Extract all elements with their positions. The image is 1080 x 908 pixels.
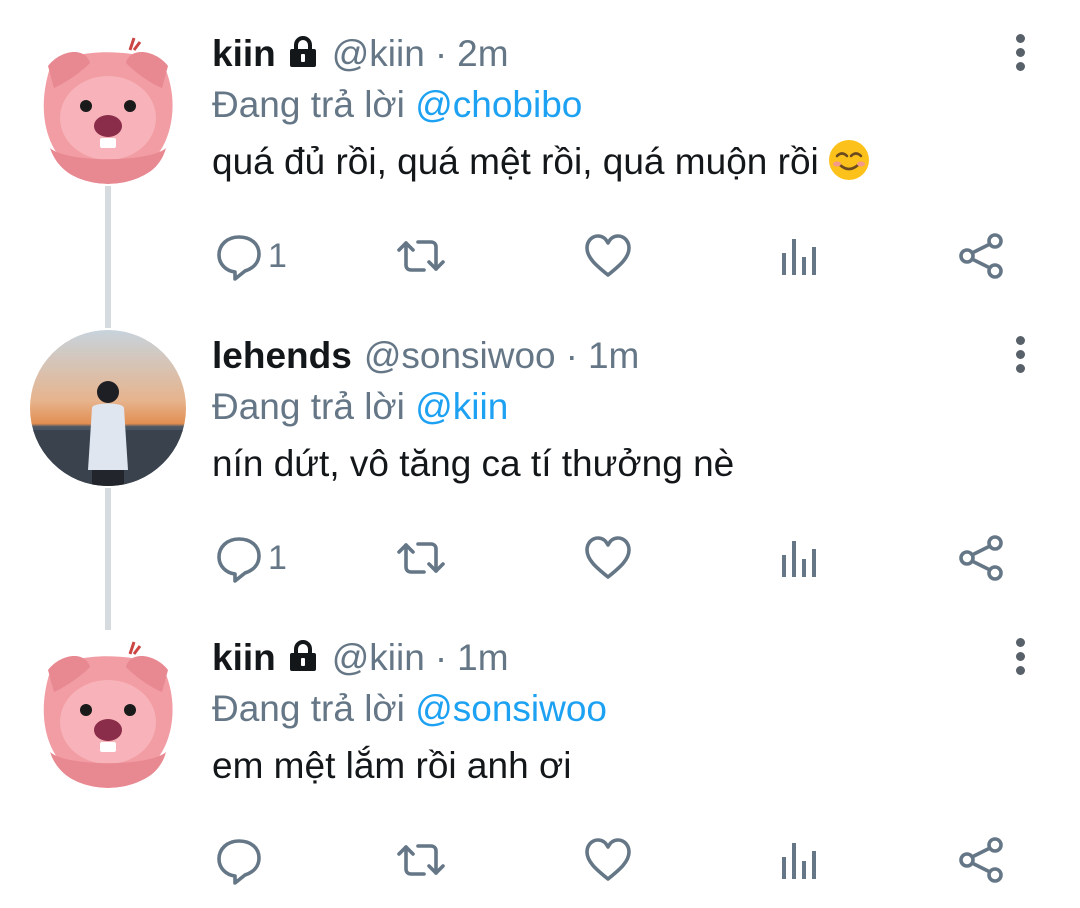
avatar[interactable] <box>30 330 186 486</box>
tweet-1[interactable]: kiin @kiin · 2m Đang trả lời @chobibo qu… <box>0 0 1080 302</box>
separator-dot: · <box>434 33 448 74</box>
heart-icon <box>583 835 633 885</box>
replying-prefix: Đang trả lời <box>212 386 405 427</box>
more-options-icon[interactable] <box>1014 34 1026 74</box>
pink-beaver-avatar-icon <box>30 28 186 184</box>
timestamp[interactable]: 2m <box>457 30 508 78</box>
replying-to: Đang trả lời @kiin <box>212 382 1010 432</box>
share-icon <box>957 533 1007 583</box>
tweet-text: quá đủ rồi, quá mệt rồi, quá muộn rồi <box>212 136 1010 188</box>
display-name[interactable]: lehends <box>212 332 352 380</box>
avatar[interactable] <box>30 28 186 184</box>
reply-button[interactable]: 1 <box>214 228 287 284</box>
retweet-icon <box>396 835 446 885</box>
user-handle[interactable]: @kiin <box>332 634 425 682</box>
bar-chart-icon <box>773 231 823 281</box>
tweet-actions <box>0 832 1080 892</box>
heart-icon <box>583 533 633 583</box>
smiling-face-emoji-icon <box>827 138 871 182</box>
avatar[interactable] <box>30 632 186 788</box>
pink-beaver-avatar-icon <box>30 632 186 788</box>
analytics-button[interactable] <box>773 530 823 586</box>
like-button[interactable] <box>583 530 633 586</box>
bar-chart-icon <box>773 533 823 583</box>
reply-icon <box>214 533 264 583</box>
mention-link[interactable]: @kiin <box>415 386 508 427</box>
more-options-icon[interactable] <box>1014 336 1026 376</box>
tweet-body: quá đủ rồi, quá mệt rồi, quá muộn rồi <box>212 141 819 182</box>
timestamp[interactable]: 1m <box>588 332 639 380</box>
tweet-text: nín dứt, vô tăng ca tí thưởng nè <box>212 443 735 484</box>
lock-icon <box>286 639 320 673</box>
reply-button[interactable] <box>214 832 268 888</box>
share-icon <box>957 231 1007 281</box>
replying-to: Đang trả lời @sonsiwoo <box>212 684 1010 734</box>
display-name[interactable]: kiin <box>212 30 276 78</box>
share-button[interactable] <box>957 832 1007 888</box>
retweet-icon <box>396 231 446 281</box>
user-handle[interactable]: @kiin <box>332 30 425 78</box>
tweet-text: em mệt lắm rồi anh ơi <box>212 745 572 786</box>
reply-count: 1 <box>268 236 287 275</box>
reply-count: 1 <box>268 538 287 577</box>
tweet-actions: 1 <box>0 530 1080 590</box>
share-button[interactable] <box>957 530 1007 586</box>
replying-prefix: Đang trả lời <box>212 84 405 125</box>
timestamp[interactable]: 1m <box>457 634 508 682</box>
reply-button[interactable]: 1 <box>214 530 287 586</box>
share-icon <box>957 835 1007 885</box>
user-handle[interactable]: @sonsiwoo <box>364 332 556 380</box>
reply-icon <box>214 231 264 281</box>
heart-icon <box>583 231 633 281</box>
like-button[interactable] <box>583 832 633 888</box>
retweet-button[interactable] <box>396 832 446 888</box>
lock-icon <box>286 35 320 69</box>
sunset-photo-avatar-icon <box>30 330 186 486</box>
replying-prefix: Đang trả lời <box>212 688 405 729</box>
more-options-icon[interactable] <box>1014 638 1026 678</box>
analytics-button[interactable] <box>773 228 823 284</box>
reply-icon <box>214 835 264 885</box>
separator-dot: · <box>434 637 448 678</box>
replying-to: Đang trả lời @chobibo <box>212 80 1010 130</box>
bar-chart-icon <box>773 835 823 885</box>
like-button[interactable] <box>583 228 633 284</box>
tweet-3[interactable]: kiin @kiin · 1m Đang trả lời @sonsiwoo e… <box>0 604 1080 906</box>
mention-link[interactable]: @sonsiwoo <box>415 688 607 729</box>
retweet-button[interactable] <box>396 530 446 586</box>
retweet-button[interactable] <box>396 228 446 284</box>
separator-dot: · <box>565 335 578 376</box>
tweet-2[interactable]: lehends @sonsiwoo · 1m Đang trả lời @kii… <box>0 302 1080 604</box>
display-name[interactable]: kiin <box>212 634 276 682</box>
share-button[interactable] <box>957 228 1007 284</box>
analytics-button[interactable] <box>773 832 823 888</box>
retweet-icon <box>396 533 446 583</box>
mention-link[interactable]: @chobibo <box>415 84 582 125</box>
tweet-actions: 1 <box>0 228 1080 288</box>
